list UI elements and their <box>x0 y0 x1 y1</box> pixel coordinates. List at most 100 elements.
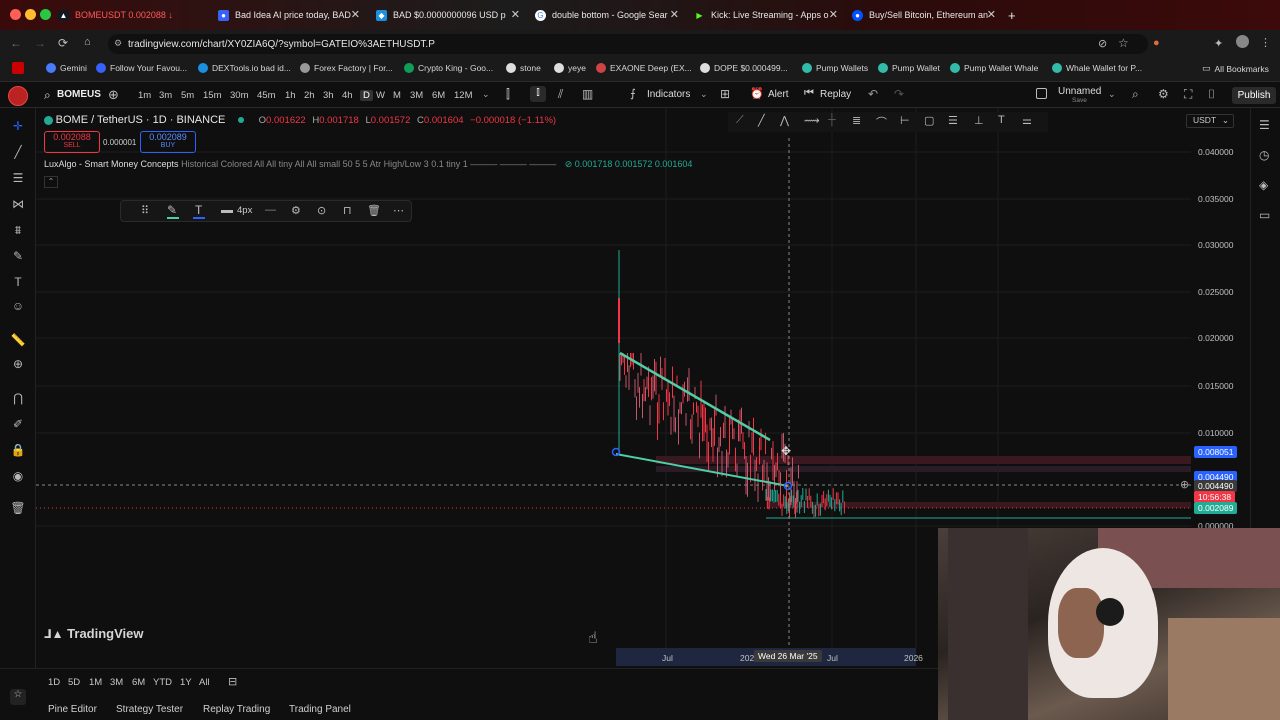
delete-drawing-icon[interactable]: 🗑 <box>367 204 381 217</box>
timeframe-2h[interactable]: 2h <box>304 90 315 101</box>
timeframe-1h[interactable]: 1h <box>285 90 296 101</box>
zoom-tool-icon[interactable]: ⊕ <box>10 356 26 372</box>
undo-icon[interactable]: ↶ <box>868 87 878 101</box>
bookmark-pump-wallet-whale[interactable]: Pump Wallet Whale <box>950 63 1038 73</box>
collapse-legend-icon[interactable]: ⌃ <box>44 176 58 188</box>
tab-strategy-tester[interactable]: Strategy Tester <box>116 704 183 715</box>
more-options-icon[interactable]: ⋯ <box>393 204 404 217</box>
more-tools-icon[interactable]: ⚌ <box>1022 114 1032 127</box>
fullscreen-icon[interactable]: ⛶ <box>1184 87 1192 102</box>
home-icon[interactable]: ⌂ <box>84 36 91 48</box>
magnet-icon[interactable]: ⋂ <box>10 390 26 406</box>
close-window-icon[interactable] <box>10 9 21 20</box>
browser-tab-bad-idea[interactable]: ● Bad Idea AI price today, BAD ✕ <box>218 5 360 25</box>
layers-icon[interactable]: ◈ <box>1259 178 1268 192</box>
eye-slash-icon[interactable]: ⊘ <box>1098 37 1107 50</box>
bookmark-pump-wallet[interactable]: Pump Wallet <box>878 63 940 73</box>
bookmark-whale-wallet[interactable]: Whale Wallet for P... <box>1052 63 1142 73</box>
line-style-icon[interactable]: — <box>265 204 276 216</box>
browser-menu-icon[interactable]: ⋮ <box>1260 36 1271 49</box>
text-color-icon[interactable]: T <box>195 203 202 217</box>
text-tool-icon[interactable]: T <box>10 274 26 290</box>
all-bookmarks[interactable]: ▭ All Bookmarks <box>1202 63 1269 74</box>
sell-button[interactable]: 0.002088 SELL <box>44 131 100 153</box>
timeframe-1d[interactable]: D <box>360 90 373 101</box>
timeframe-1m[interactable]: 1m <box>138 90 151 101</box>
new-tab-button[interactable]: + <box>1008 5 1022 25</box>
templates-icon[interactable]: ⊞ <box>720 87 730 101</box>
alerts-clock-icon[interactable]: ◷ <box>1259 148 1269 162</box>
reload-icon[interactable]: ⟳ <box>58 36 68 50</box>
compare-symbol-icon[interactable]: ⊕ <box>108 87 119 103</box>
text-tool-icon[interactable]: T <box>998 114 1005 126</box>
lock-icon[interactable]: 🔒 <box>10 442 26 458</box>
indicators-dropdown-icon[interactable]: ⌄ <box>700 89 708 100</box>
range-all[interactable]: All <box>199 677 210 688</box>
close-tab-icon[interactable]: ✕ <box>670 8 679 21</box>
timeframe-3h[interactable]: 3h <box>323 90 334 101</box>
symbol-legend[interactable]: BOME / TetherUS · 1D · BINANCE O0.001622… <box>44 114 556 126</box>
line-tool-icon[interactable]: ╱ <box>758 114 765 127</box>
search-icon[interactable]: ⌕ <box>44 88 51 103</box>
browser-tab-google[interactable]: G double bottom - Google Sear ✕ <box>535 5 679 25</box>
indicators-button[interactable]: Indicators <box>647 89 690 100</box>
camera-icon[interactable]: ⌷ <box>1208 87 1215 102</box>
browser-tab-buy-sell[interactable]: ● Buy/Sell Bitcoin, Ethereum an ✕ <box>852 5 996 25</box>
timeframe-1w[interactable]: W <box>376 90 385 101</box>
add-alert-plus-icon[interactable]: ⊕ <box>1180 478 1189 491</box>
browser-tab-kick[interactable]: ▶ Kick: Live Streaming - Apps o ✕ <box>694 5 838 25</box>
apps-icon[interactable] <box>12 62 24 74</box>
bookmark-crypto-king[interactable]: Crypto King - Goo... <box>404 63 493 73</box>
close-tab-icon[interactable]: ✕ <box>351 8 360 21</box>
timeframe-45m[interactable]: 45m <box>257 90 275 101</box>
drag-handle-icon[interactable]: ⠿ <box>141 204 149 217</box>
extension-icon[interactable]: ● <box>1153 37 1160 49</box>
line-color-icon[interactable]: ✎ <box>167 203 177 217</box>
path-tool-icon[interactable]: ⋀ <box>780 114 789 127</box>
layout-icon[interactable]: ▥ <box>582 87 593 101</box>
url-bar[interactable]: ⚙ tradingview.com/chart/XY0ZIA6Q/?symbol… <box>108 34 1148 54</box>
ruler-tool-icon[interactable]: 📏 <box>10 332 26 348</box>
bookmark-yeye[interactable]: yeye <box>554 63 586 73</box>
curve-tool-icon[interactable]: ⌒ <box>876 114 887 130</box>
trash-icon[interactable]: 🗑 <box>10 500 26 516</box>
close-tab-icon[interactable]: ✕ <box>829 8 838 21</box>
forward-icon[interactable]: → <box>34 36 46 50</box>
timeframe-6mo[interactable]: 6M <box>432 90 445 101</box>
eye-icon[interactable]: ◉ <box>10 468 26 484</box>
trendline-tool-icon[interactable]: ╱ <box>10 144 26 160</box>
timeframe-3mo[interactable]: 3M <box>410 90 423 101</box>
indicator-legend[interactable]: LuxAlgo - Smart Money Concepts Historica… <box>44 159 692 170</box>
lock-drawing-icon[interactable]: ✐ <box>10 416 26 432</box>
range-6m[interactable]: 6M <box>132 677 145 688</box>
maximize-window-icon[interactable] <box>40 9 51 20</box>
user-avatar[interactable] <box>8 86 28 106</box>
horizontal-line-icon[interactable]: ⊢ <box>900 114 910 127</box>
bookmark-star-icon[interactable]: ☆ <box>1118 36 1129 50</box>
close-tab-icon[interactable]: ✕ <box>987 8 996 21</box>
candles-icon[interactable]: ⫿ <box>506 87 510 102</box>
projection-tool-icon[interactable]: ⩩ <box>10 222 26 238</box>
range-3m[interactable]: 3M <box>110 677 123 688</box>
back-icon[interactable]: ← <box>10 36 22 50</box>
alert-button[interactable]: Alert <box>768 89 789 100</box>
tab-replay-trading[interactable]: Replay Trading <box>203 704 270 715</box>
currency-selector[interactable]: USDT ⌄ <box>1186 114 1234 128</box>
timeframe-3m[interactable]: 3m <box>159 90 172 101</box>
replay-button[interactable]: Replay <box>820 89 851 100</box>
chart-type-icon[interactable]: ⫽ <box>558 87 563 102</box>
browser-tab-bad-usd[interactable]: ◆ BAD $0.0000000096 USD p ✕ <box>376 5 520 25</box>
date-range-calendar-icon[interactable]: ⊟ <box>228 675 237 688</box>
range-1y[interactable]: 1Y <box>180 677 192 688</box>
settings-gear-icon[interactable]: ⚙ <box>291 204 301 217</box>
ray-tool-icon[interactable]: ⟿ <box>804 114 820 127</box>
timeframe-30m[interactable]: 30m <box>230 90 248 101</box>
bookmark-dope[interactable]: DOPE $0.000499... <box>700 63 788 73</box>
unlock-icon[interactable]: ⊓ <box>343 204 352 217</box>
line-width-value[interactable]: 4px <box>237 205 252 216</box>
fib-retracement-icon[interactable]: ☰ <box>948 114 958 127</box>
alert-add-icon[interactable]: ⊙ <box>317 204 326 217</box>
bookmark-stone[interactable]: stone <box>506 63 541 73</box>
bookmark-follow[interactable]: Follow Your Favou... <box>96 63 187 73</box>
layout-dropdown-icon[interactable]: ⌄ <box>1108 89 1116 100</box>
